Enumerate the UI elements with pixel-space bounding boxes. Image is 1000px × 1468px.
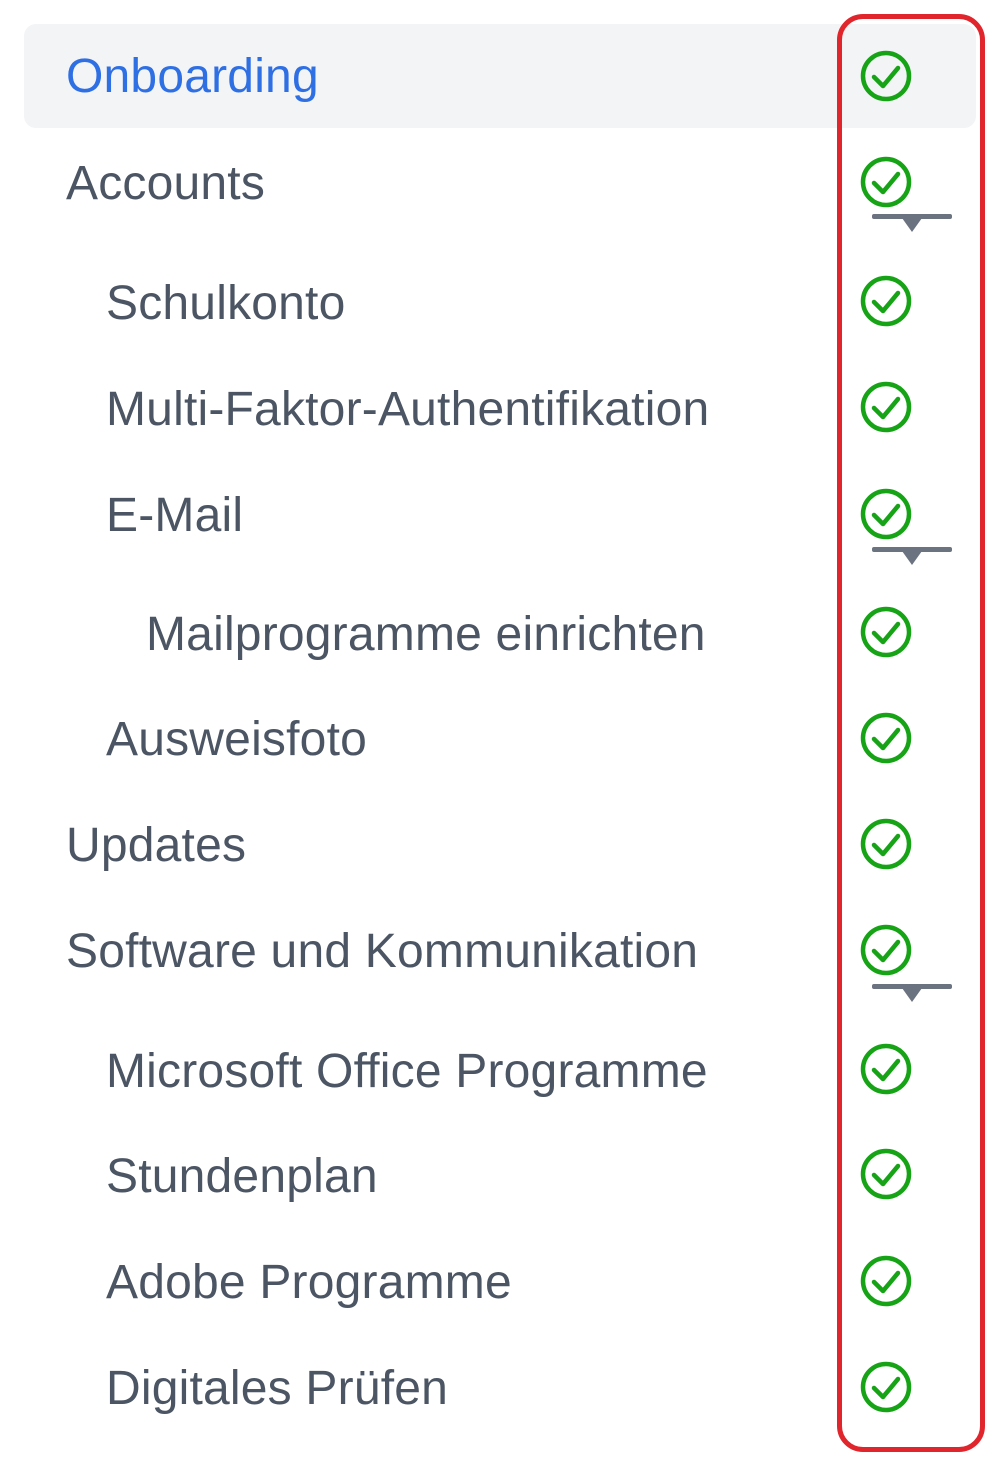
check-circle-icon — [860, 606, 912, 658]
nav-item-e-mail[interactable]: E-Mail — [24, 463, 976, 567]
nav-item-label: Accounts — [66, 156, 266, 210]
nav-item-schulkonto[interactable]: Schulkonto — [24, 251, 976, 355]
nav-item-microsoft-office-programme[interactable]: Microsoft Office Programme — [24, 1019, 976, 1123]
nav-item-updates[interactable]: Updates — [24, 793, 976, 897]
nav-item-mailprogramme-einrichten[interactable]: Mailprogramme einrichten — [24, 582, 976, 686]
check-circle-icon — [860, 381, 912, 433]
nav-item-accounts[interactable]: Accounts — [24, 131, 976, 235]
nav-item-label: Adobe Programme — [106, 1255, 512, 1309]
nav-item-label: Software und Kommunikation — [66, 924, 699, 978]
check-circle-icon — [860, 50, 912, 102]
check-circle-icon — [860, 488, 912, 540]
expand-caret-icon[interactable] — [872, 545, 952, 567]
sidebar-nav: Onboarding Accounts Schulkonto Multi-Fak… — [0, 0, 1000, 1468]
check-circle-icon — [860, 1043, 912, 1095]
nav-item-label: Stundenplan — [106, 1149, 378, 1203]
nav-item-label: E-Mail — [106, 488, 244, 542]
nav-item-label: Schulkonto — [106, 276, 346, 330]
nav-item-label: Digitales Prüfen — [106, 1361, 449, 1415]
nav-item-label: Ausweisfoto — [106, 712, 367, 766]
check-circle-icon — [860, 1361, 912, 1413]
nav-item-onboarding[interactable]: Onboarding — [24, 24, 976, 128]
nav-item-adobe-programme[interactable]: Adobe Programme — [24, 1230, 976, 1334]
nav-item-label: Microsoft Office Programme — [106, 1044, 708, 1098]
nav-item-ausweisfoto[interactable]: Ausweisfoto — [24, 687, 976, 791]
check-circle-icon — [860, 712, 912, 764]
check-circle-icon — [860, 1148, 912, 1200]
nav-item-label: Onboarding — [66, 49, 319, 103]
nav-item-digitales-pruefen[interactable]: Digitales Prüfen — [24, 1336, 976, 1440]
check-circle-icon — [860, 275, 912, 327]
check-circle-icon — [860, 924, 912, 976]
nav-item-stundenplan[interactable]: Stundenplan — [24, 1124, 976, 1228]
nav-item-label: Multi-Faktor-Authentifikation — [106, 382, 710, 436]
nav-item-label: Updates — [66, 818, 247, 872]
check-circle-icon — [860, 818, 912, 870]
nav-item-software-und-kommunikation[interactable]: Software und Kommunikation — [24, 899, 976, 1003]
nav-item-multi-faktor-authentifikation[interactable]: Multi-Faktor-Authentifikation — [24, 357, 976, 461]
nav-item-label: Mailprogramme einrichten — [146, 607, 706, 661]
check-circle-icon — [860, 1255, 912, 1307]
check-circle-icon — [860, 156, 912, 208]
expand-caret-icon[interactable] — [872, 212, 952, 234]
expand-caret-icon[interactable] — [872, 982, 952, 1004]
